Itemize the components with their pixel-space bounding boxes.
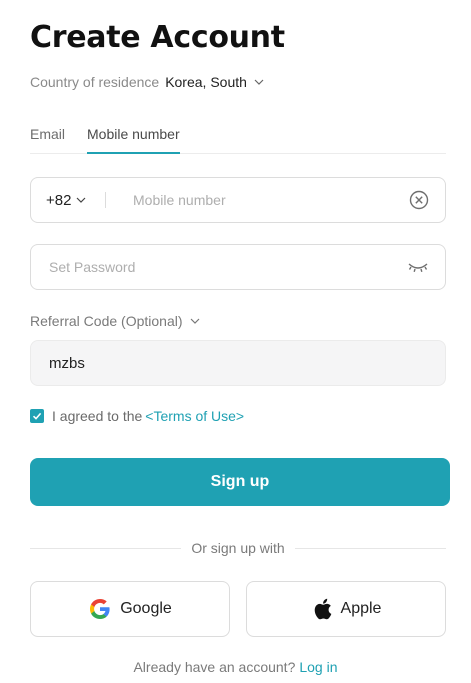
dial-code: +82	[46, 191, 72, 209]
country-value[interactable]: Korea, South	[165, 74, 247, 90]
mobile-number-input[interactable]	[131, 191, 385, 209]
terms-of-use-link[interactable]: <Terms of Use>	[145, 408, 244, 424]
social-divider-text: Or sign up with	[191, 540, 285, 556]
apple-sign-up-button[interactable]: Apple	[246, 581, 446, 637]
field-divider	[105, 192, 106, 208]
google-icon	[90, 599, 110, 619]
referral-code-field	[30, 340, 446, 386]
login-prompt: Already have an account? Log in	[0, 659, 471, 675]
signup-method-tabs: Email Mobile number	[30, 122, 446, 154]
chevron-down-icon	[190, 318, 199, 324]
terms-agreement: I agreed to the <Terms of Use>	[30, 408, 244, 424]
eye-closed-icon[interactable]	[407, 260, 429, 274]
country-selector[interactable]: Country of residence Korea, South	[30, 74, 265, 90]
referral-code-input[interactable]	[47, 353, 381, 373]
terms-checkbox[interactable]	[30, 409, 44, 423]
password-input[interactable]	[47, 258, 381, 276]
referral-code-label: Referral Code (Optional)	[30, 313, 183, 329]
sign-up-button[interactable]: Sign up	[30, 458, 450, 506]
divider-line	[294, 547, 446, 549]
referral-code-toggle[interactable]: Referral Code (Optional)	[30, 313, 201, 329]
tab-email[interactable]: Email	[30, 122, 65, 152]
apple-label: Apple	[340, 600, 382, 617]
log-in-link[interactable]: Log in	[299, 659, 337, 675]
tab-mobile-number[interactable]: Mobile number	[87, 122, 180, 154]
google-label: Google	[120, 600, 172, 617]
terms-text: I agreed to the	[52, 408, 143, 424]
phone-field: +82	[30, 177, 446, 223]
password-field	[30, 244, 446, 290]
login-prompt-text: Already have an account?	[133, 659, 296, 675]
chevron-down-icon[interactable]	[253, 76, 265, 88]
page-title: Create Account	[30, 20, 285, 55]
social-divider: Or sign up with	[30, 540, 446, 556]
google-sign-up-button[interactable]: Google	[30, 581, 230, 637]
dial-code-selector[interactable]: +82	[31, 192, 105, 209]
apple-icon	[314, 598, 331, 620]
checkmark-icon	[32, 412, 42, 420]
chevron-down-icon	[77, 197, 86, 203]
clear-icon[interactable]	[409, 190, 429, 210]
country-label: Country of residence	[30, 74, 160, 90]
divider-line	[30, 547, 182, 549]
